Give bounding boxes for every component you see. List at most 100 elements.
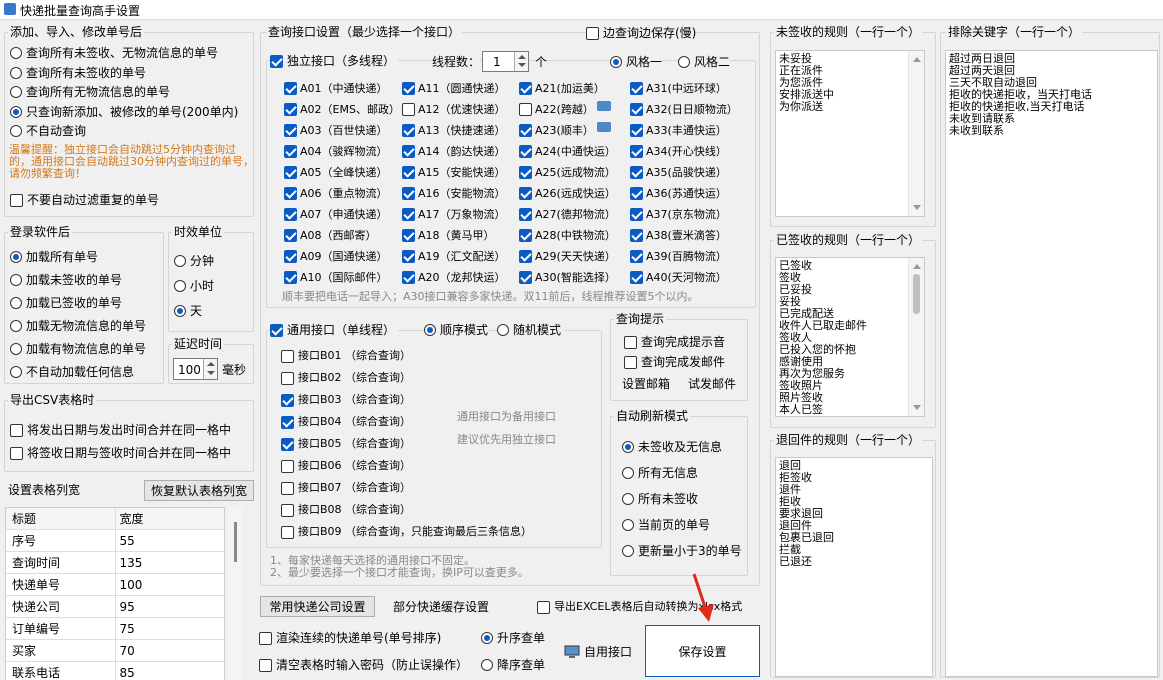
independent-interface-item[interactable]: A21(加运美） bbox=[519, 80, 605, 96]
independent-interface-item[interactable]: A06（重点物流） bbox=[284, 185, 388, 201]
checkbox-box[interactable] bbox=[281, 393, 294, 407]
radio-dot[interactable] bbox=[610, 56, 622, 68]
independent-interface-item[interactable]: A15（安能快递） bbox=[402, 164, 506, 180]
checkbox-box[interactable] bbox=[402, 144, 415, 158]
save-settings-button[interactable]: 保存设置 bbox=[645, 625, 760, 677]
after-login-radio-3[interactable]: 加载无物流信息的单号 bbox=[10, 319, 146, 333]
independent-interface-item[interactable]: A05（全峰快递） bbox=[284, 164, 388, 180]
independent-interface-item[interactable]: A30(智能选择） bbox=[519, 269, 616, 285]
column-width-value[interactable]: 70 bbox=[116, 640, 225, 661]
csv-export-checkbox-1[interactable]: 将签收日期与签收时间合并在同一格中 bbox=[10, 446, 231, 460]
radio-dot[interactable] bbox=[10, 47, 22, 59]
signed-rules-scrollbar[interactable] bbox=[908, 258, 924, 416]
checkbox-box[interactable] bbox=[630, 102, 643, 116]
style-one-radio[interactable]: 风格一 bbox=[610, 55, 663, 69]
independent-interface-item[interactable]: A12（优速快递） bbox=[402, 101, 506, 117]
add-import-radio-1[interactable]: 查询所有未签收的单号 bbox=[10, 66, 146, 80]
checkbox-box[interactable] bbox=[281, 481, 294, 495]
independent-interface-item[interactable]: A08（西邮寄） bbox=[284, 227, 377, 243]
checkbox-box[interactable] bbox=[402, 270, 415, 284]
threads-spin-buttons[interactable] bbox=[514, 52, 528, 71]
radio-dot[interactable] bbox=[10, 105, 22, 118]
checkbox-box[interactable] bbox=[630, 228, 643, 242]
auto-refresh-radio-0[interactable]: 未签收及无信息 bbox=[622, 440, 722, 454]
scroll-down-icon[interactable] bbox=[913, 405, 921, 410]
radio-dot[interactable] bbox=[622, 519, 634, 531]
independent-interface-item[interactable]: A16（安能物流） bbox=[402, 185, 506, 201]
delay-input[interactable]: 100 bbox=[173, 358, 218, 380]
independent-interface-item[interactable]: A22(跨越） bbox=[519, 101, 594, 117]
after-login-radio-1[interactable]: 加载未签收的单号 bbox=[10, 273, 122, 287]
unsigned-rules-scrollbar[interactable] bbox=[908, 51, 924, 216]
spin-up-icon[interactable] bbox=[207, 362, 215, 366]
clear-password-checkbox[interactable]: 清空表格时输入密码（防止误操作） bbox=[259, 658, 468, 672]
radio-dot[interactable] bbox=[424, 324, 436, 336]
independent-interface-item[interactable]: A01（中通快递） bbox=[284, 80, 388, 96]
radio-dot[interactable] bbox=[678, 56, 690, 68]
radio-dot[interactable] bbox=[10, 251, 22, 263]
independent-interface-item[interactable]: A07（申通快递） bbox=[284, 206, 388, 222]
spin-down-icon[interactable] bbox=[518, 63, 526, 67]
checkbox-box[interactable] bbox=[402, 207, 415, 221]
auto-refresh-radio-4[interactable]: 更新量小于3的单号 bbox=[622, 544, 742, 558]
checkbox-box[interactable] bbox=[630, 270, 643, 284]
scroll-up-icon[interactable] bbox=[913, 57, 921, 62]
independent-interface-item[interactable]: A19（汇文配送） bbox=[402, 248, 506, 264]
checkbox-box[interactable] bbox=[281, 371, 294, 385]
checkbox-box[interactable] bbox=[630, 207, 643, 221]
common-express-button[interactable]: 常用快递公司设置 bbox=[260, 596, 375, 617]
time-unit-radio-0[interactable]: 分钟 bbox=[174, 254, 214, 268]
checkbox-box[interactable] bbox=[284, 102, 297, 116]
checkbox-box[interactable] bbox=[284, 81, 297, 95]
checkbox-box[interactable] bbox=[402, 249, 415, 263]
general-interface-item[interactable]: 接口B06 （综合查询） bbox=[281, 459, 411, 473]
checkbox-box[interactable] bbox=[284, 249, 297, 263]
after-login-radio-2[interactable]: 加载已签收的单号 bbox=[10, 296, 122, 310]
independent-interface-item[interactable]: A35(品骏快递） bbox=[630, 164, 727, 180]
radio-dot[interactable] bbox=[10, 297, 22, 309]
column-width-value[interactable]: 95 bbox=[116, 596, 225, 617]
render-serial-checkbox[interactable]: 渲染连续的快递单号(单号排序) bbox=[259, 631, 441, 645]
checkbox-box[interactable] bbox=[281, 503, 294, 517]
radio-dot[interactable] bbox=[10, 320, 22, 332]
checkbox-box[interactable] bbox=[519, 144, 532, 158]
independent-interface-item[interactable]: A17（万象物流） bbox=[402, 206, 506, 222]
column-width-value[interactable]: 55 bbox=[116, 530, 225, 551]
independent-interface-item[interactable]: A36(苏通快运） bbox=[630, 185, 727, 201]
checkbox-box[interactable] bbox=[586, 26, 599, 40]
independent-interface-item[interactable]: A13（快捷速递） bbox=[402, 122, 506, 138]
radio-dot[interactable] bbox=[10, 86, 22, 98]
checkbox-box[interactable] bbox=[630, 123, 643, 137]
done-mail-checkbox[interactable]: 查询完成发邮件 bbox=[624, 355, 725, 369]
checkbox-box[interactable] bbox=[519, 102, 532, 116]
radio-dot[interactable] bbox=[10, 343, 22, 355]
checkbox-box[interactable] bbox=[519, 81, 532, 95]
independent-interface-item[interactable]: A37(京东物流） bbox=[630, 206, 727, 222]
auto-refresh-radio-1[interactable]: 所有无信息 bbox=[622, 466, 698, 480]
checkbox-box[interactable] bbox=[270, 54, 283, 68]
checkbox-box[interactable] bbox=[630, 165, 643, 179]
radio-dot[interactable] bbox=[622, 467, 634, 479]
independent-interface-item[interactable]: A38(壹米滴答） bbox=[630, 227, 727, 243]
save-while-query-checkbox[interactable]: 边查询边保存(慢) bbox=[586, 26, 697, 40]
signed-rules-textarea[interactable]: 已签收 签收 已妥投 妥投 已完成配送 收件人已取走邮件 签收人 已投入您的怀抱 感谢使用 再次为… bbox=[775, 257, 925, 417]
checkbox-box[interactable] bbox=[519, 228, 532, 242]
spin-up-icon[interactable] bbox=[518, 55, 526, 59]
radio-dot[interactable] bbox=[174, 280, 186, 292]
checkbox-box[interactable] bbox=[10, 423, 23, 437]
independent-interface-item[interactable]: A39(百腾物流） bbox=[630, 248, 727, 264]
checkbox-box[interactable] bbox=[259, 631, 272, 645]
checkbox-box[interactable] bbox=[519, 186, 532, 200]
general-interface-item[interactable]: 接口B01 （综合查询） bbox=[281, 349, 411, 363]
independent-interface-item[interactable]: A10（国际邮件） bbox=[284, 269, 388, 285]
checkbox-box[interactable] bbox=[630, 144, 643, 158]
general-interface-item[interactable]: 接口B09 （综合查询，只能查询最后三条信息） bbox=[281, 525, 532, 539]
checkbox-box[interactable] bbox=[281, 525, 294, 539]
checkbox-box[interactable] bbox=[519, 123, 532, 137]
scroll-down-icon[interactable] bbox=[913, 205, 921, 210]
checkbox-box[interactable] bbox=[259, 658, 272, 672]
radio-dot[interactable] bbox=[481, 659, 493, 671]
add-import-radio-4[interactable]: 不自动查询 bbox=[10, 124, 86, 138]
column-width-value[interactable]: 100 bbox=[116, 574, 225, 595]
random-mode-radio[interactable]: 随机模式 bbox=[497, 323, 565, 337]
